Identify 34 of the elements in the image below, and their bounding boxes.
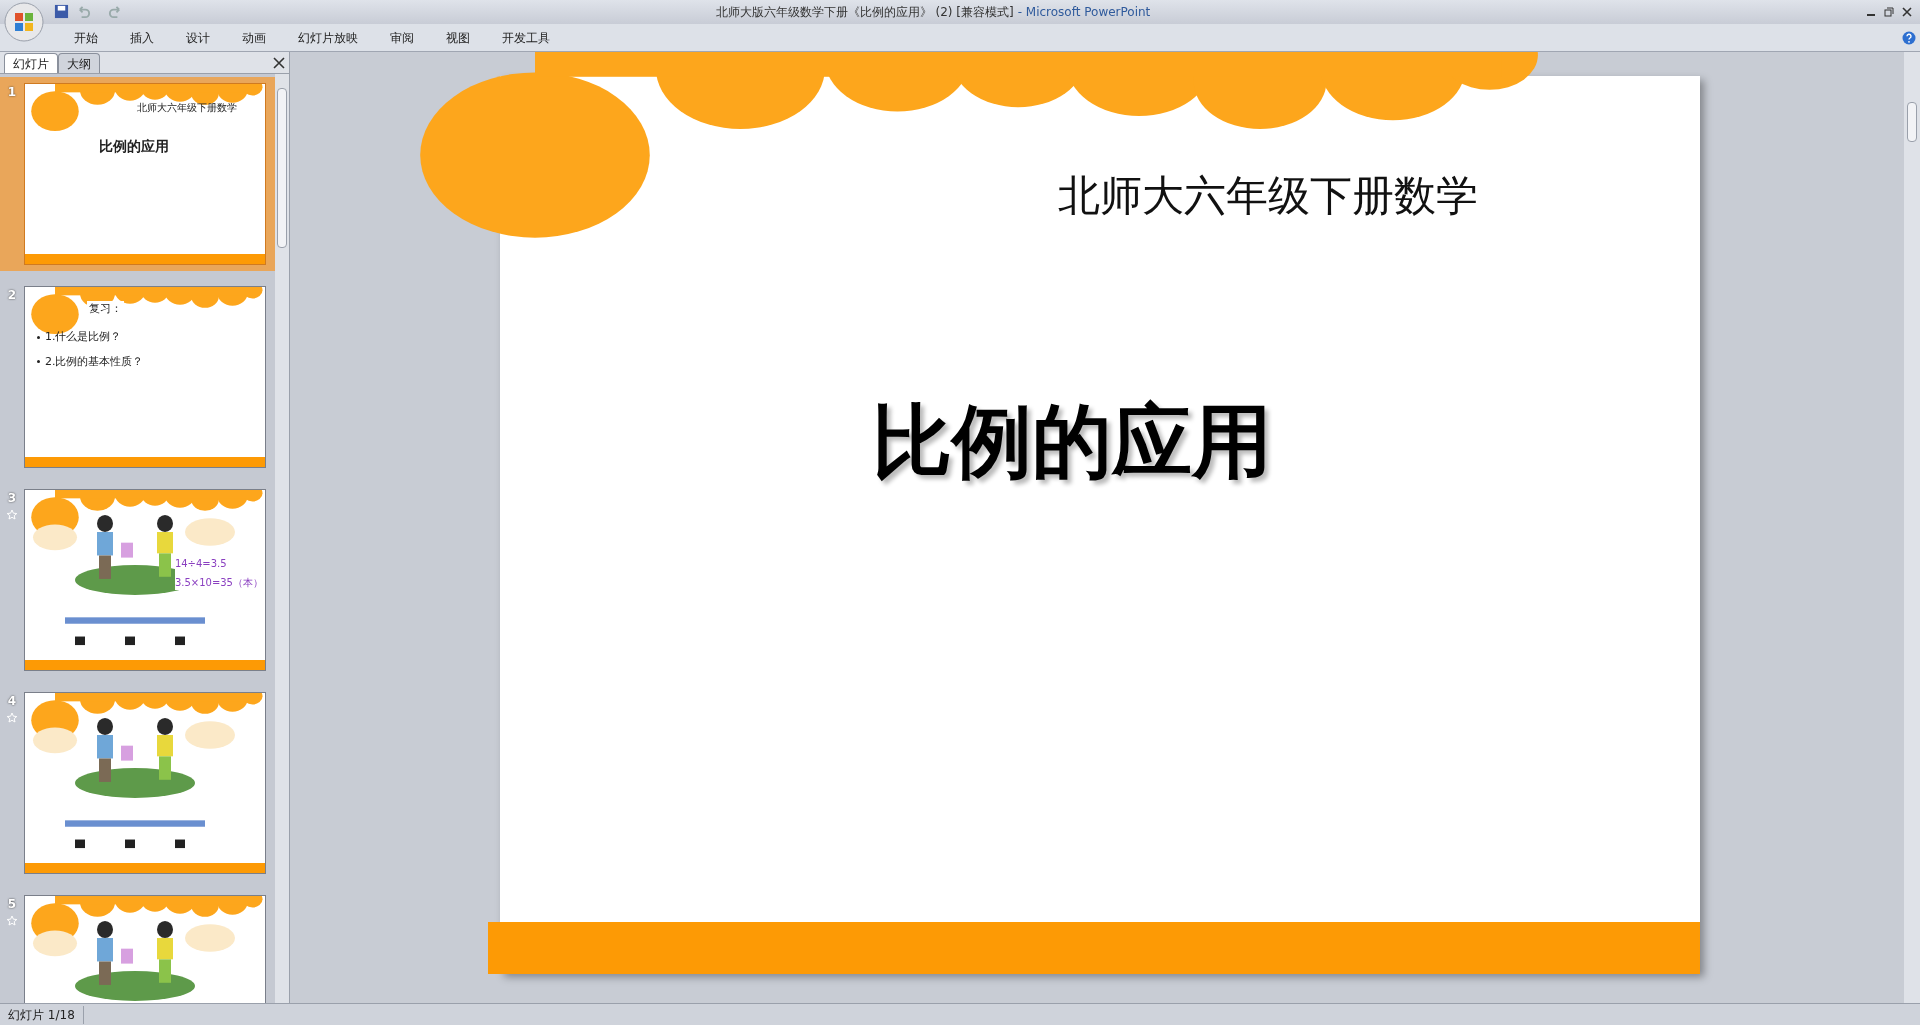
ribbon-tab[interactable]: 动画 [228,28,280,47]
panel-tab[interactable]: 大纲 [58,53,100,73]
slide-title: 比例的应用 [872,394,1272,490]
slide-number: 5 [7,896,17,913]
equation-text: 14÷4=3.5 [174,557,228,571]
close-icon[interactable] [1902,7,1912,17]
ribbon-tab[interactable]: 幻灯片放映 [284,28,372,47]
slide-indicator: 幻灯片 1/18 [0,1005,84,1024]
slide-number: 4 [7,693,17,710]
slide-number: 2 [7,287,17,304]
ribbon-tab[interactable]: 插入 [116,28,168,47]
slide-number: 3 [7,490,17,507]
help-icon[interactable] [1902,30,1916,45]
scrollbar[interactable] [275,74,289,1003]
panel-tab[interactable]: 幻灯片 [4,53,58,73]
equation-text: 3.5×10=35（本） [174,576,263,590]
ribbon-tab[interactable]: 视图 [432,28,484,47]
window-title: 北师大版六年级数学下册《比例的应用》 (2) [兼容模式] [715,4,1014,21]
close-icon[interactable] [273,57,285,69]
slide-number: 1 [7,84,17,101]
app-name: - Microsoft PowerPoint [1017,4,1151,21]
scrollbar[interactable] [1904,52,1920,1003]
slide-subtitle: 北师大六年级下册数学 [1058,170,1478,222]
ribbon-tab[interactable]: 设计 [172,28,224,47]
ribbon-tab[interactable]: 开始 [60,28,112,47]
bullet-text: 2.比例的基本性质？ [45,353,144,370]
slide-subtitle: 北师大六年级下册数学 [137,101,237,115]
slide-thumbnail[interactable]: 1 北师大六年级下册数学 比例的应用 [0,77,275,271]
ribbon-tab[interactable]: 审阅 [376,28,428,47]
bullet-text: 1.什么是比例？ [45,329,122,345]
slide-title: 比例的应用 [99,137,169,156]
save-icon[interactable] [54,4,69,19]
ribbon-tab[interactable]: 开发工具 [488,28,564,47]
restore-icon[interactable] [1884,7,1894,17]
